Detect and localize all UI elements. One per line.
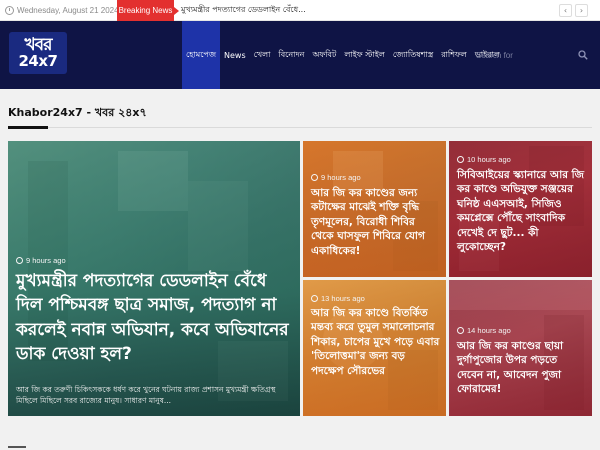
clock-icon bbox=[311, 174, 318, 181]
article-excerpt: আর জি কর তরুণী চিকিৎসককে ধর্ষণ করে খুনের… bbox=[16, 385, 276, 405]
search-icon[interactable] bbox=[578, 50, 588, 60]
breaking-news-ticker[interactable]: মুখ্যমন্ত্রীর পদত্যাগের ডেডলাইন বেঁধে... bbox=[181, 0, 306, 21]
nav-item-home[interactable]: হোমপেজ bbox=[182, 21, 221, 89]
article-time: 9 hours ago bbox=[321, 173, 361, 182]
article-meta: 14 hours ago bbox=[457, 326, 511, 335]
nav-item-news[interactable]: News bbox=[220, 21, 250, 89]
breaking-news-label: Breaking News bbox=[117, 0, 179, 21]
article-meta: 9 hours ago bbox=[16, 256, 66, 265]
article-time: 14 hours ago bbox=[467, 326, 511, 335]
nav-item-horoscope[interactable]: রাশিফল bbox=[437, 21, 471, 89]
nav-item-lifestyle[interactable]: লাইফ স্টাইল bbox=[340, 21, 389, 89]
current-date: Wednesday, August 21 2024 bbox=[0, 0, 119, 21]
article-card[interactable]: 9 hours ago আর জি কর কাণ্ডের জন্য কটাক্ষ… bbox=[303, 141, 446, 277]
next-section-divider bbox=[8, 446, 26, 448]
top-bar: Wednesday, August 21 2024 Breaking News … bbox=[0, 0, 600, 21]
date-text: Wednesday, August 21 2024 bbox=[17, 6, 119, 15]
ticker-next-button[interactable]: › bbox=[575, 4, 588, 17]
clock-icon bbox=[311, 295, 318, 302]
article-meta: 10 hours ago bbox=[457, 155, 511, 164]
article-title[interactable]: আর জি কর কাণ্ডে বিতর্কিত মন্তব্য করে তুম… bbox=[311, 306, 440, 378]
section-divider bbox=[8, 126, 592, 129]
main-nav: হোমপেজ News খেলা বিনোদন অফবিট লাইফ স্টাই… bbox=[182, 21, 504, 89]
nav-item-entertainment[interactable]: বিনোদন bbox=[274, 21, 308, 89]
featured-article-card[interactable]: 9 hours ago মুখ্যমন্ত্রীর পদত্যাগের ডেডল… bbox=[8, 141, 300, 416]
article-title[interactable]: আর জি কর কাণ্ডের ছায়া দুর্গাপুজোর উপর প… bbox=[457, 339, 586, 397]
nav-item-offbeat[interactable]: অফবিট bbox=[308, 21, 340, 89]
article-time: 13 hours ago bbox=[321, 294, 365, 303]
section-title: Khabor24x7 - খবর ২৪x৭ bbox=[8, 106, 147, 119]
clock-icon bbox=[457, 327, 464, 334]
logo-line-2: 24x7 bbox=[18, 52, 59, 70]
clock-icon bbox=[5, 6, 14, 15]
article-title[interactable]: মুখ্যমন্ত্রীর পদত্যাগের ডেডলাইন বেঁধে দি… bbox=[16, 269, 294, 367]
search-input[interactable] bbox=[476, 50, 566, 60]
clock-icon bbox=[457, 156, 464, 163]
site-logo[interactable]: খবর 24x7 bbox=[9, 32, 67, 74]
article-card[interactable]: 13 hours ago আর জি কর কাণ্ডে বিতর্কিত মন… bbox=[303, 280, 446, 416]
ticker-prev-button[interactable]: ‹ bbox=[559, 4, 572, 17]
article-card[interactable]: 14 hours ago আর জি কর কাণ্ডের ছায়া দুর্… bbox=[449, 280, 592, 416]
article-meta: 13 hours ago bbox=[311, 294, 365, 303]
nav-item-sports[interactable]: খেলা bbox=[250, 21, 275, 89]
nav-item-astrology[interactable]: জ্যোতিষশাস্ত্র bbox=[389, 21, 437, 89]
article-time: 10 hours ago bbox=[467, 155, 511, 164]
article-meta: 9 hours ago bbox=[311, 173, 361, 182]
article-title[interactable]: সিবিআইয়ের স্ক্যানারে আর জি কর কাণ্ডে অভ… bbox=[457, 168, 586, 255]
article-title[interactable]: আর জি কর কাণ্ডের জন্য কটাক্ষের মাঝেই শক্… bbox=[311, 186, 440, 258]
article-time: 9 hours ago bbox=[26, 256, 66, 265]
clock-icon bbox=[16, 257, 23, 264]
search-box bbox=[476, 21, 591, 89]
article-card[interactable]: 10 hours ago সিবিআইয়ের স্ক্যানারে আর জি… bbox=[449, 141, 592, 277]
